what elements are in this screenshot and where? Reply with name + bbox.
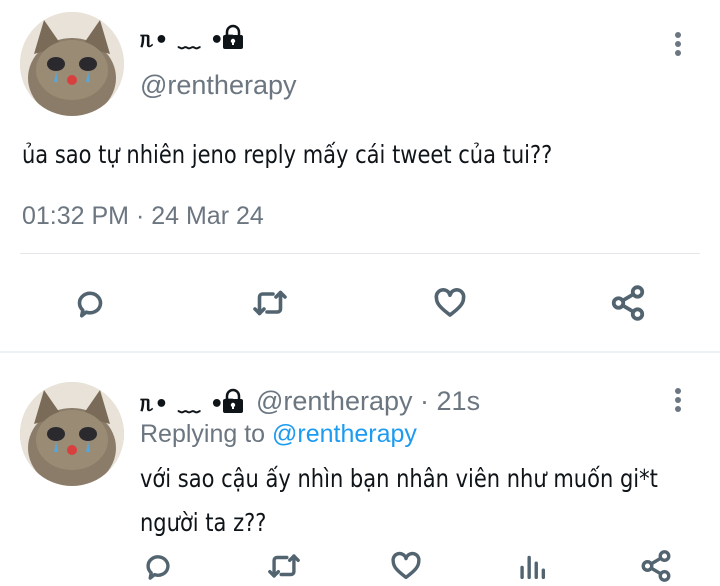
share-icon[interactable]	[606, 283, 650, 323]
tweet-text: ủa sao tự nhiên jeno reply mấy cái tweet…	[22, 140, 553, 169]
like-icon[interactable]	[428, 283, 472, 323]
replying-to-label: Replying to	[140, 420, 266, 448]
divider	[20, 253, 700, 254]
retweet-icon[interactable]	[248, 283, 292, 323]
avatar[interactable]	[20, 12, 124, 116]
reply-user-handle[interactable]: @rentherapy · 21s	[256, 386, 480, 417]
user-handle[interactable]: @rentherapy	[140, 70, 297, 101]
replying-to: Replying to @rentherapy	[140, 420, 417, 449]
more-icon[interactable]	[673, 388, 683, 418]
lock-icon	[223, 388, 243, 413]
lock-icon	[223, 24, 243, 49]
analytics-icon[interactable]	[512, 548, 552, 584]
more-icon[interactable]	[673, 32, 683, 62]
reply-handle-text[interactable]: @rentherapy	[256, 386, 413, 416]
reply-tweet-text-line1: với sao cậu ấy nhìn bạn nhân viên như mu…	[140, 464, 658, 493]
tweet-age[interactable]: 21s	[437, 386, 481, 416]
retweet-icon[interactable]	[262, 548, 306, 584]
tweet-timestamp[interactable]: 01:32 PM · 24 Mar 24	[22, 202, 264, 231]
reply-icon[interactable]	[138, 548, 178, 584]
like-icon[interactable]	[386, 548, 426, 584]
reply-tweet-text-line2: người ta z??	[140, 508, 267, 537]
reply-icon[interactable]	[70, 283, 110, 323]
replying-to-link[interactable]: @rentherapy	[272, 420, 417, 448]
meta-separator: ·	[420, 386, 430, 416]
reply-avatar[interactable]	[20, 382, 124, 486]
section-divider	[0, 351, 720, 353]
share-icon[interactable]	[636, 548, 676, 584]
